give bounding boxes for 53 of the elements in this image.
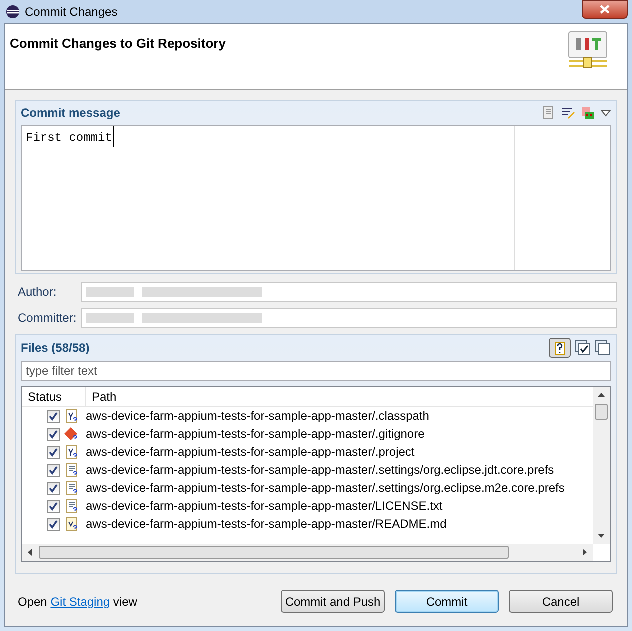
dialog-button[interactable]: Cancel <box>509 590 613 613</box>
checkbox[interactable] <box>47 518 60 530</box>
column-header[interactable]: Path <box>86 387 593 406</box>
xml-file-icon <box>64 445 78 459</box>
scrollbar-thumb[interactable] <box>39 546 509 559</box>
text-file-icon <box>64 499 78 513</box>
close-button[interactable] <box>582 0 628 19</box>
scrollbar-thumb[interactable] <box>595 404 608 420</box>
text-file-icon <box>64 481 78 495</box>
window-title: Commit Changes <box>25 4 118 20</box>
filter-field[interactable]: type filter text <box>21 361 611 381</box>
file-path[interactable]: aws-device-farm-appium-tests-for-sample-app-master/README.md <box>86 515 447 533</box>
close-icon <box>600 5 610 14</box>
commit-message-field[interactable]: First commit <box>21 125 611 271</box>
file-path[interactable]: aws-device-farm-appium-tests-for-sample-app-master/.gitignore <box>86 425 425 443</box>
file-path[interactable]: aws-device-farm-appium-tests-for-sample-app-master/.project <box>86 443 415 461</box>
file-path[interactable]: aws-device-farm-appium-tests-for-sample-app-master/.settings/org.eclipse.jdt.core.prefs <box>86 461 554 479</box>
checkbox[interactable] <box>47 500 60 512</box>
checkbox[interactable] <box>47 446 60 458</box>
checkbox[interactable] <box>47 428 60 440</box>
pages-icon[interactable] <box>581 106 595 120</box>
dropdown-triangle-icon[interactable] <box>601 110 611 116</box>
dialog-button[interactable]: Commit <box>395 590 499 613</box>
field-label: Committer: <box>17 310 78 327</box>
column-header[interactable]: Status <box>22 387 86 406</box>
text-file-icon <box>64 463 78 477</box>
eclipse-logo-icon <box>6 4 20 18</box>
commit-message-text: First commit <box>23 126 114 147</box>
checkbox[interactable] <box>47 410 60 422</box>
dialog-button[interactable]: Commit and Push <box>281 590 385 613</box>
git-staging-link[interactable]: Git Staging <box>50 594 110 608</box>
file-path[interactable]: aws-device-farm-appium-tests-for-sample-app-master/.settings/org.eclipse.m2e.core.prefs <box>86 479 565 497</box>
horizontal-scrollbar[interactable] <box>22 544 593 561</box>
open-staging-text: Open Git Staging view <box>18 594 138 610</box>
committer-field[interactable] <box>81 308 617 328</box>
checkbox[interactable] <box>47 464 60 476</box>
git-diamond-icon <box>64 427 78 441</box>
field-label: Author: <box>17 284 58 301</box>
untracked-toggle-button[interactable] <box>549 338 571 358</box>
section-title: Files (58/58) <box>21 340 90 357</box>
checkbox[interactable] <box>47 482 60 494</box>
help-document-icon <box>555 342 565 354</box>
file-path[interactable]: aws-device-farm-appium-tests-for-sample-app-master/LICENSE.txt <box>86 497 443 515</box>
pencil-lines-icon[interactable] <box>561 106 575 120</box>
section-title: Commit message <box>21 105 120 122</box>
xml-file-icon <box>64 409 78 423</box>
deselect-all-icon[interactable] <box>595 340 611 356</box>
markdown-file-icon <box>64 517 78 531</box>
file-path[interactable]: aws-device-farm-appium-tests-for-sample-app-master/.classpath <box>86 407 430 425</box>
select-all-icon[interactable] <box>575 340 591 356</box>
author-field[interactable] <box>81 282 617 302</box>
dialog-title: Commit Changes to Git Repository <box>10 35 226 53</box>
vertical-scrollbar[interactable] <box>593 387 610 544</box>
